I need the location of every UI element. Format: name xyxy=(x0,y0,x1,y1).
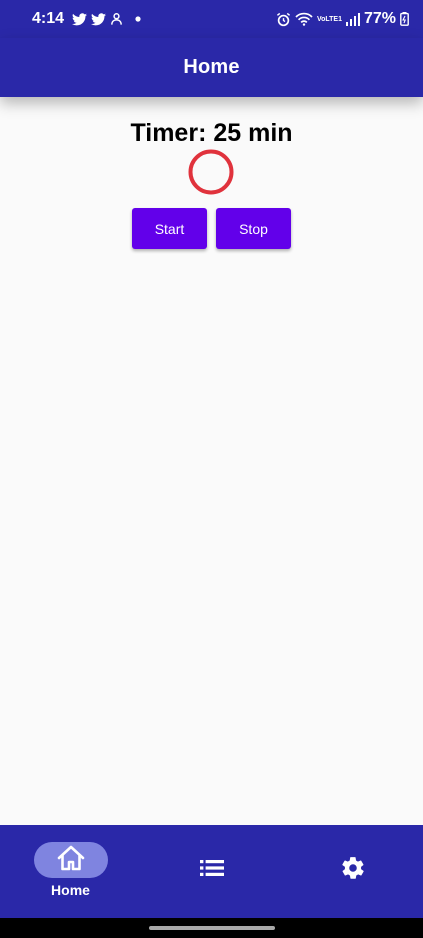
twitter-icon xyxy=(91,12,107,26)
page-title: Home xyxy=(183,56,240,78)
app-bar: Home xyxy=(0,38,423,97)
dot-icon xyxy=(135,16,141,22)
status-left: 4:14 xyxy=(32,10,141,28)
battery-icon xyxy=(400,12,409,26)
main-content: Timer: 25 min Start Stop xyxy=(0,97,423,825)
status-bar: 4:14 VoLTE1 77% xyxy=(0,0,423,38)
battery-percent: 77% xyxy=(363,10,396,27)
timer-controls: Start Stop xyxy=(132,208,291,249)
timer-progress-ring xyxy=(188,149,234,195)
android-icon xyxy=(110,12,123,26)
gear-icon xyxy=(340,855,366,886)
signal-icon xyxy=(345,12,360,26)
nav-item-settings[interactable] xyxy=(282,823,423,918)
nav-item-list[interactable] xyxy=(141,823,282,918)
system-gesture-bar xyxy=(0,918,423,938)
start-button[interactable]: Start xyxy=(132,208,207,249)
network-label: VoLTE1 xyxy=(316,15,342,23)
gesture-handle[interactable] xyxy=(148,926,275,930)
timer-label: Timer: 25 min xyxy=(130,119,293,147)
nav-item-home[interactable]: Home xyxy=(0,822,141,918)
nav-active-indicator xyxy=(33,842,108,878)
home-icon xyxy=(56,844,86,877)
list-icon xyxy=(199,860,224,881)
alarm-icon xyxy=(276,12,291,27)
stop-button[interactable]: Stop xyxy=(216,208,291,249)
volte-icon: VoLTE1 xyxy=(317,16,342,23)
nav-label-home: Home xyxy=(51,882,90,898)
app-screen: 4:14 VoLTE1 77% Home Timer: 25 min Start… xyxy=(0,0,423,938)
status-right: VoLTE1 77% xyxy=(276,10,409,28)
wifi-icon xyxy=(295,12,313,26)
bottom-navigation: Home xyxy=(0,825,423,918)
twitter-icon xyxy=(72,12,88,26)
status-time: 4:14 xyxy=(32,10,65,27)
progress-ring-track xyxy=(188,149,234,195)
